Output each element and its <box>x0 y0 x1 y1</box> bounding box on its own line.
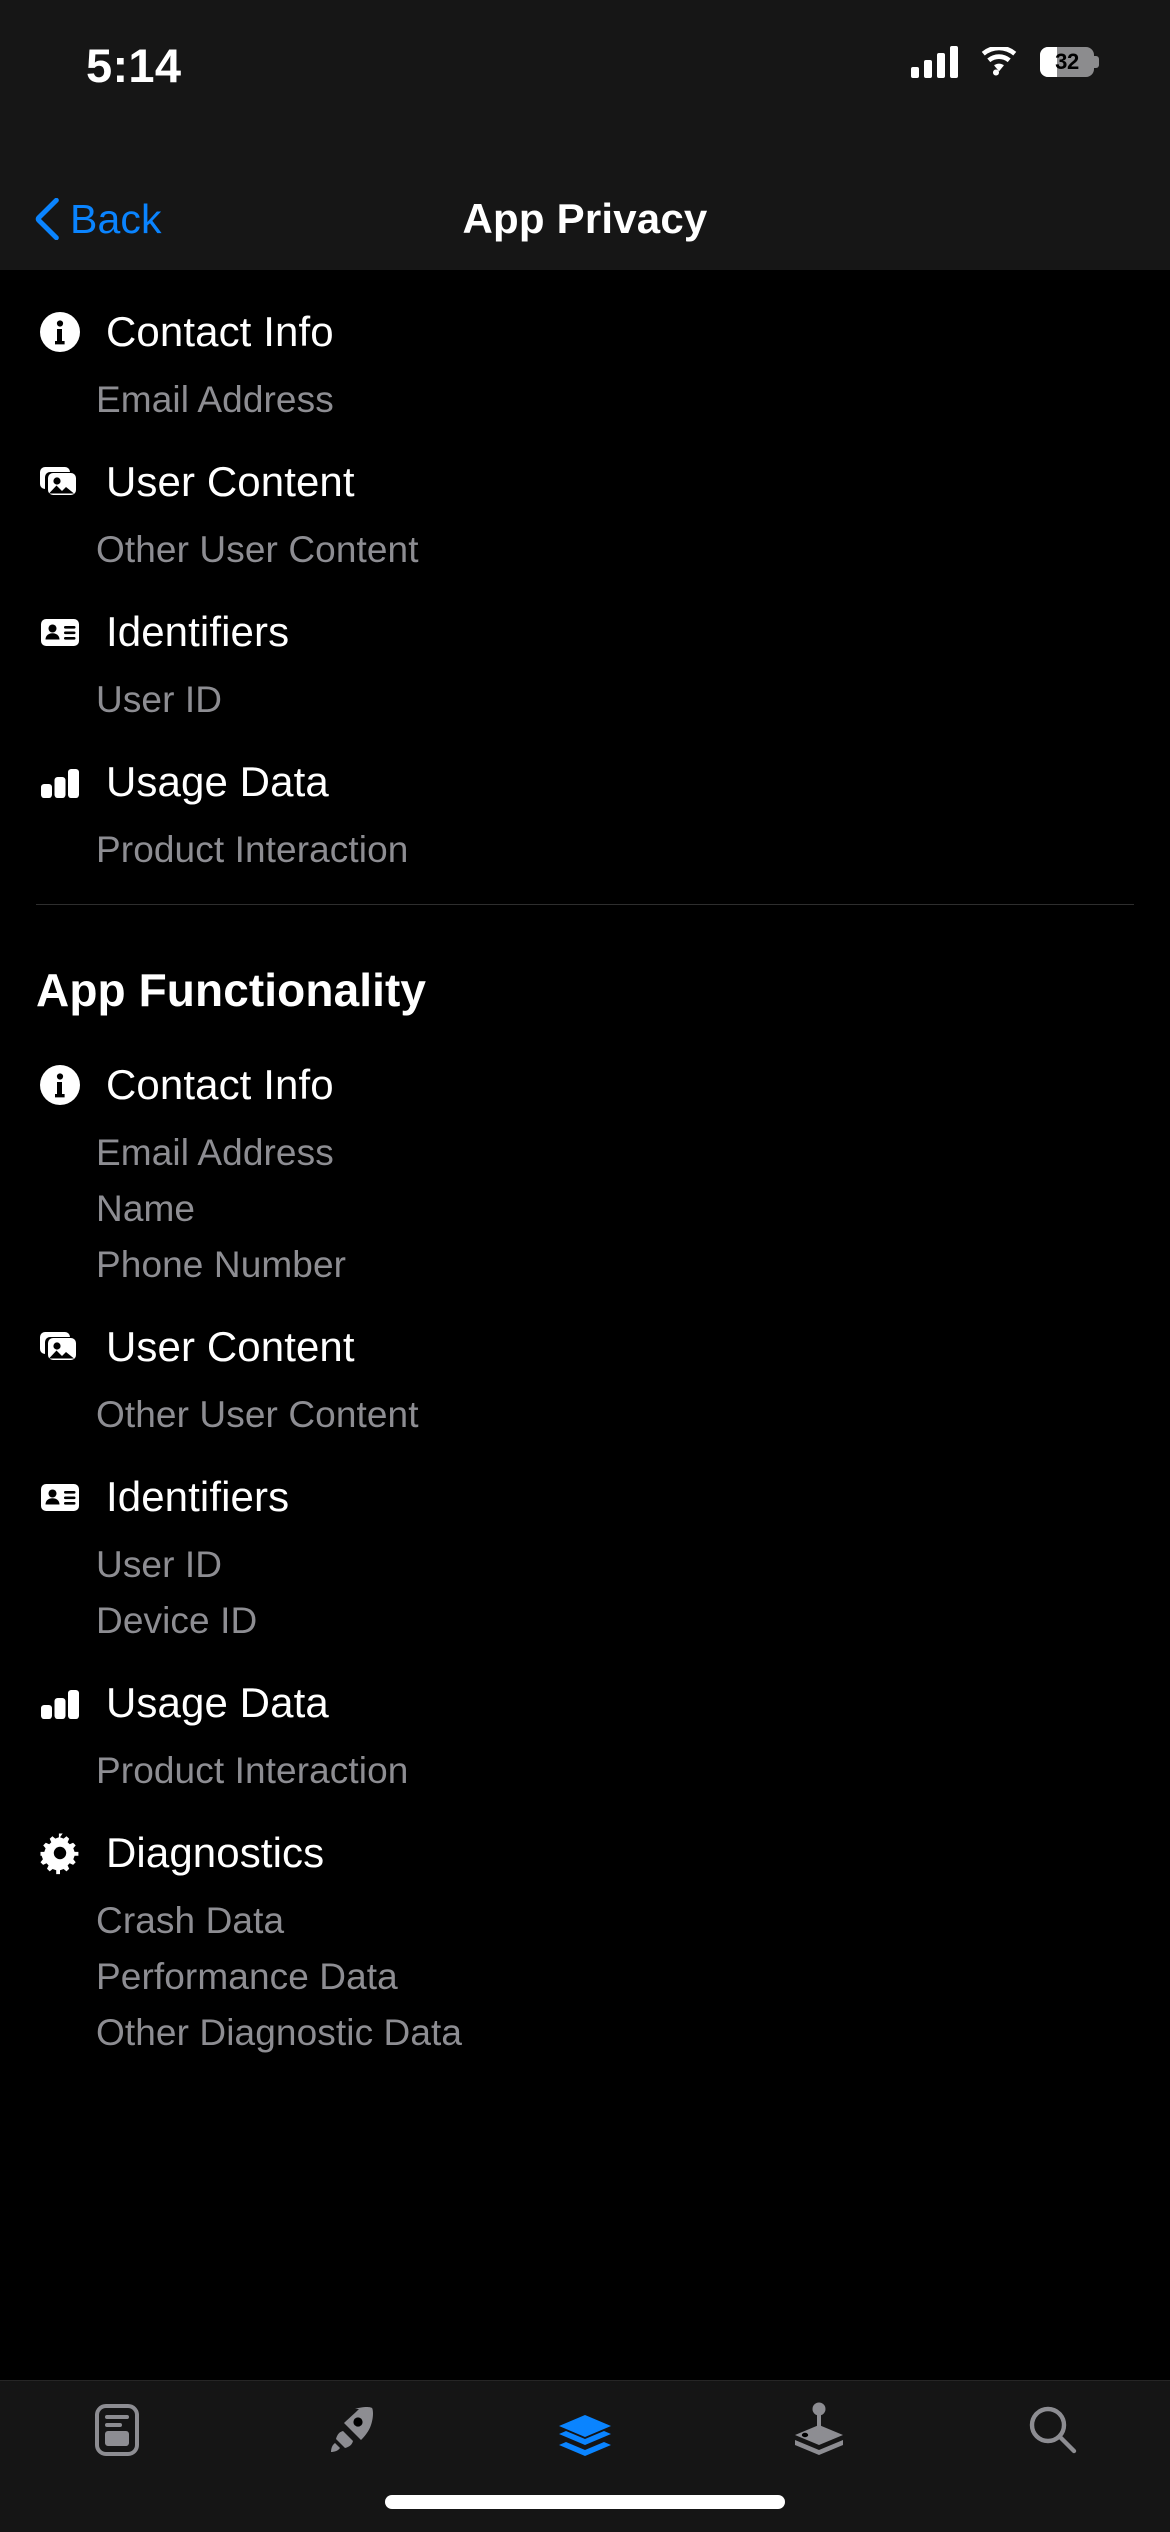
id-card-icon <box>36 608 84 656</box>
category-list: Contact Info Email Address User Content … <box>36 282 1134 882</box>
joystick-icon <box>790 2401 848 2459</box>
rocket-icon <box>324 2401 378 2459</box>
tab-apps[interactable]: Apps <box>468 2401 702 2500</box>
category-item: Product Interaction <box>96 1750 409 1791</box>
bar-chart-icon <box>36 1679 84 1727</box>
gear-icon <box>36 1829 84 1877</box>
chevron-left-icon <box>35 198 59 240</box>
tab-label: Today <box>80 2469 154 2499</box>
layers-stack-icon <box>556 2401 614 2459</box>
privacy-content-scroll[interactable]: Contact Info Email Address User Content … <box>0 270 1170 2380</box>
back-button-label: Back <box>70 195 162 242</box>
privacy-category: Identifiers User ID Device ID <box>36 1447 1134 1653</box>
privacy-category: Usage Data Product Interaction <box>36 732 1134 882</box>
status-bar: 5:14 32 <box>0 0 1170 168</box>
category-item: User ID <box>96 1544 223 1585</box>
id-card-icon <box>36 1473 84 1521</box>
tab-search[interactable]: Search <box>936 2401 1170 2500</box>
category-name: Identifiers <box>106 1473 290 1520</box>
privacy-category: Diagnostics Crash Data Performance Data … <box>36 1803 1134 2065</box>
privacy-category: Contact Info Email Address <box>36 282 1134 432</box>
today-card-icon <box>94 2401 140 2459</box>
privacy-section-data-linked: Contact Info Email Address User Content … <box>36 270 1134 882</box>
category-item: Email Address <box>96 1132 334 1173</box>
category-item: Other User Content <box>96 1394 419 1435</box>
page-title: App Privacy <box>462 195 708 242</box>
tab-label: Search <box>1009 2469 1097 2499</box>
privacy-category: Identifiers User ID <box>36 582 1134 732</box>
battery-percent: 32 <box>1055 49 1079 74</box>
photo-stack-icon <box>36 458 84 506</box>
status-indicators: 32 <box>911 46 1099 78</box>
tab-games[interactable]: Games <box>234 2401 468 2500</box>
info-circle-icon <box>36 1061 84 1109</box>
privacy-section-app-functionality: App Functionality Contact Info Email Add… <box>36 905 1134 2065</box>
cellular-signal-icon <box>911 46 958 78</box>
status-time: 5:14 <box>86 39 182 92</box>
privacy-category: Usage Data Product Interaction <box>36 1653 1134 1803</box>
bar-chart-icon <box>36 758 84 806</box>
category-item: Performance Data <box>96 1956 398 1997</box>
category-item: Phone Number <box>96 1244 347 1285</box>
category-item: User ID <box>96 679 223 720</box>
category-name: User Content <box>106 458 355 505</box>
wifi-icon <box>981 47 1017 76</box>
category-name: Usage Data <box>106 1679 329 1726</box>
privacy-category: User Content Other User Content <box>36 432 1134 582</box>
category-item: Crash Data <box>96 1900 285 1941</box>
category-item: Other User Content <box>96 529 419 570</box>
back-button[interactable]: Back <box>34 196 162 243</box>
category-item: Device ID <box>96 1600 258 1641</box>
category-name: Contact Info <box>106 308 334 355</box>
info-circle-icon <box>36 308 84 356</box>
category-item: Other Diagnostic Data <box>96 2012 463 2053</box>
section-heading: App Functionality <box>36 964 427 1016</box>
category-name: User Content <box>106 1323 355 1370</box>
tab-bar: Today Games Apps Arcade Search <box>0 2380 1170 2532</box>
category-item: Name <box>96 1188 196 1229</box>
tab-label: Games <box>306 2469 396 2499</box>
tab-arcade[interactable]: Arcade <box>702 2401 936 2500</box>
navigation-bar: Back App Privacy <box>0 168 1170 270</box>
app-privacy-screen: 5:14 32 Back App Privacy Contact Info Em… <box>0 0 1170 2532</box>
category-item: Email Address <box>96 379 334 420</box>
category-name: Usage Data <box>106 758 329 805</box>
privacy-category: Contact Info Email Address Name Phone Nu… <box>36 1035 1134 1297</box>
category-name: Diagnostics <box>106 1829 325 1876</box>
category-name: Contact Info <box>106 1061 334 1108</box>
privacy-category: User Content Other User Content <box>36 1297 1134 1447</box>
tab-today[interactable]: Today <box>0 2401 234 2500</box>
photo-stack-icon <box>36 1323 84 1371</box>
battery-icon: 32 <box>1040 47 1099 77</box>
magnifier-icon <box>1026 2401 1080 2459</box>
tab-label: Arcade <box>775 2469 863 2499</box>
category-item: Product Interaction <box>96 829 409 870</box>
category-name: Identifiers <box>106 608 290 655</box>
tab-label: Apps <box>553 2469 617 2499</box>
category-list: Contact Info Email Address Name Phone Nu… <box>36 1035 1134 2065</box>
